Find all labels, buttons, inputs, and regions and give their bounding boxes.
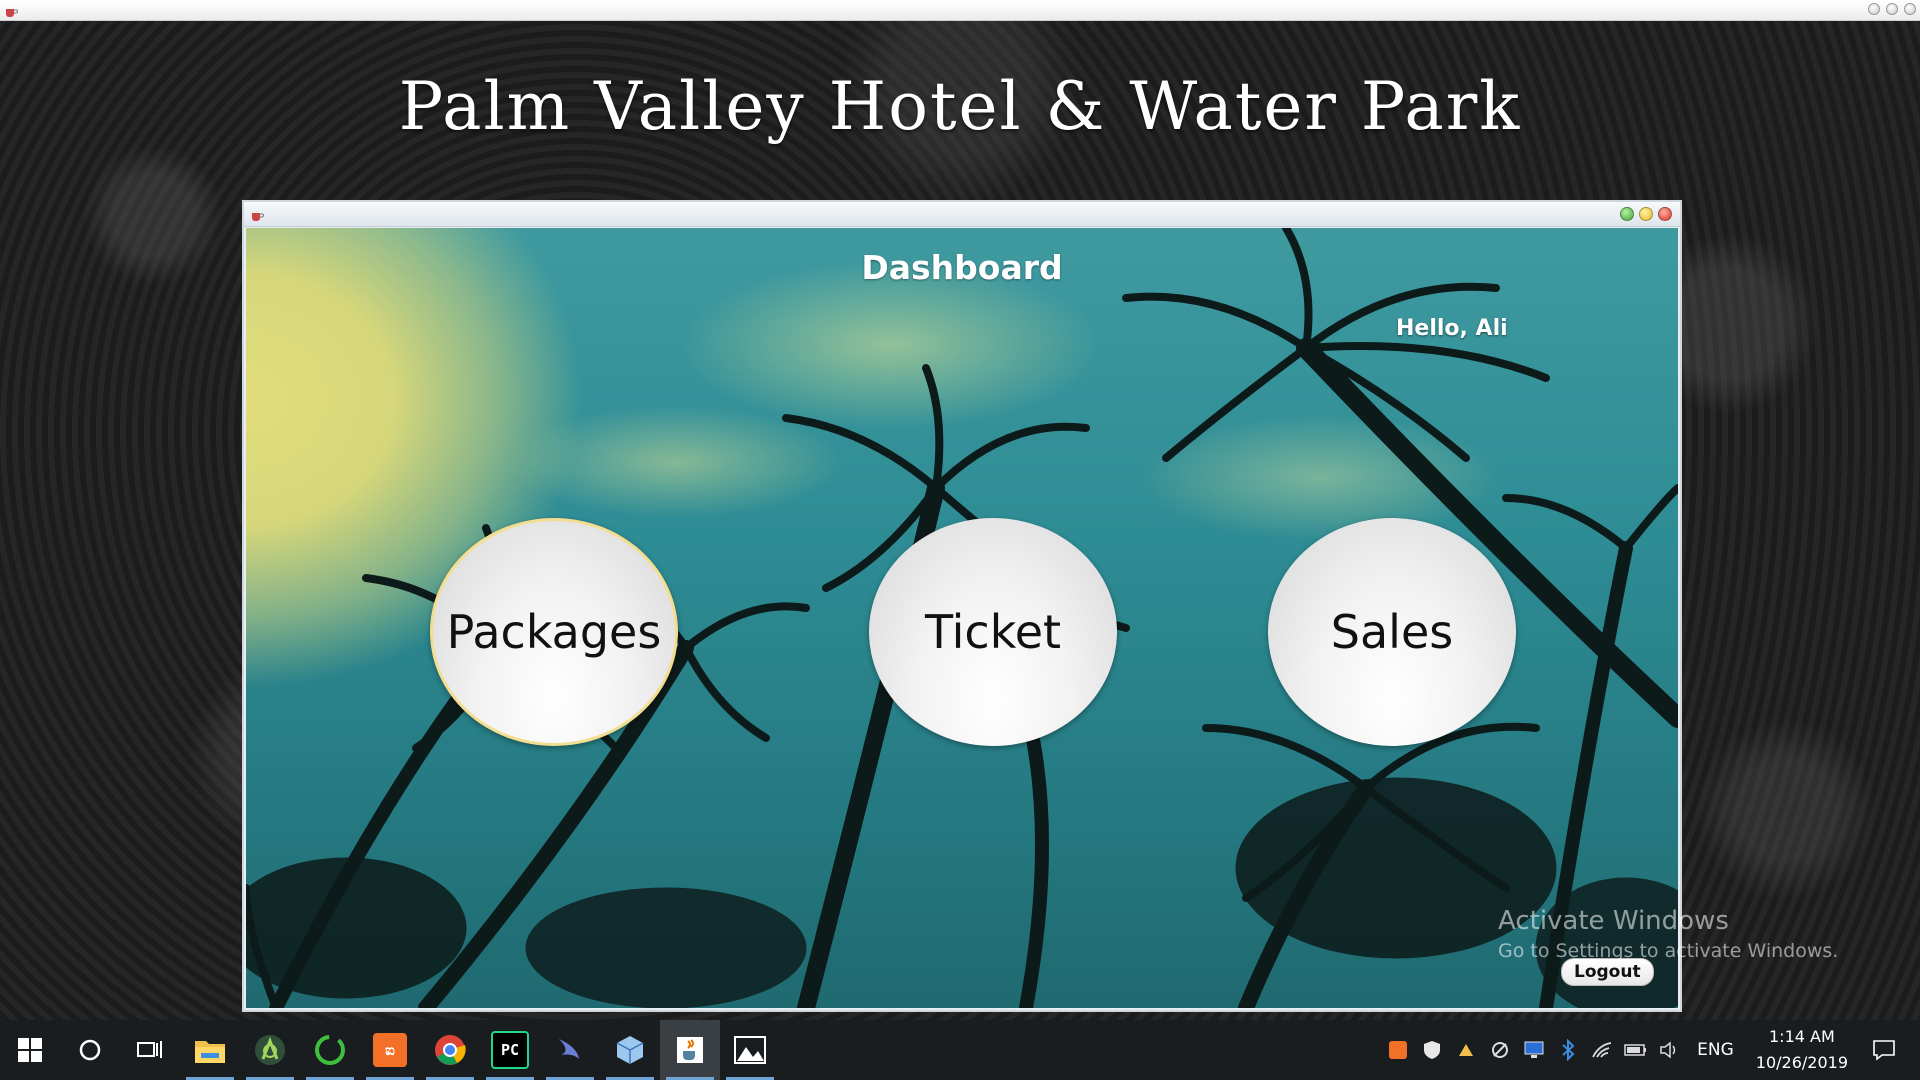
- java-cup-icon: [4, 3, 18, 17]
- taskbar: ಐ PC ENG 1:14 AM 10/26/2019: [0, 1020, 1920, 1080]
- close-button[interactable]: [1658, 207, 1672, 221]
- taskbar-app-ring[interactable]: [300, 1020, 360, 1080]
- start-button[interactable]: [0, 1020, 60, 1080]
- taskbar-app-file-explorer[interactable]: [180, 1020, 240, 1080]
- language-indicator[interactable]: ENG: [1687, 1040, 1744, 1060]
- taskbar-app-android-studio[interactable]: [240, 1020, 300, 1080]
- taskbar-app-virtualbox[interactable]: [600, 1020, 660, 1080]
- user-greeting: Hello, Ali: [1396, 316, 1508, 341]
- dashboard-window-titlebar: [244, 202, 1680, 227]
- wifi-icon[interactable]: [1585, 1020, 1619, 1080]
- ticket-button[interactable]: Ticket: [869, 518, 1117, 746]
- dashboard-title: Dashboard: [861, 248, 1063, 287]
- search-button[interactable]: [60, 1020, 120, 1080]
- taskbar-app-swift[interactable]: [540, 1020, 600, 1080]
- system-tray: ENG 1:14 AM 10/26/2019: [1381, 1020, 1920, 1080]
- taskbar-app-pycharm[interactable]: PC: [480, 1020, 540, 1080]
- monitor-icon[interactable]: [1517, 1020, 1551, 1080]
- outer-maximize-button[interactable]: [1886, 3, 1898, 15]
- packages-button[interactable]: Packages: [430, 518, 678, 746]
- taskbar-app-chrome[interactable]: [420, 1020, 480, 1080]
- cortana-circle-icon: [79, 1039, 101, 1061]
- shield-icon[interactable]: [1415, 1020, 1449, 1080]
- palm-tree-background: Dashboard Hello, Ali Packages Ticket Sal…: [246, 228, 1678, 1008]
- outer-close-button[interactable]: [1904, 3, 1916, 15]
- file-explorer-icon: [195, 1041, 225, 1063]
- clock-time: 1:14 AM: [1769, 1027, 1835, 1046]
- action-center-button[interactable]: [1860, 1020, 1908, 1080]
- xampp-tray-icon[interactable]: [1381, 1020, 1415, 1080]
- chrome-icon: [435, 1035, 466, 1065]
- volume-icon[interactable]: [1653, 1020, 1687, 1080]
- watermark-subtitle: Go to Settings to activate Windows.: [1498, 940, 1839, 962]
- windows-logo-icon: [18, 1038, 42, 1062]
- activation-watermark: Activate Windows Go to Settings to activ…: [1498, 906, 1838, 962]
- java-cup-icon: [250, 207, 264, 221]
- photos-icon: [734, 1036, 766, 1064]
- cloud-sync-icon[interactable]: [1449, 1020, 1483, 1080]
- app-ring-icon: [315, 1035, 345, 1065]
- app-title: Palm Valley Hotel & Water Park: [398, 68, 1522, 145]
- task-view-icon: [137, 1041, 162, 1058]
- watermark-title: Activate Windows: [1498, 906, 1729, 936]
- taskbar-app-xampp[interactable]: ಐ: [360, 1020, 420, 1080]
- notification-icon: [1873, 1040, 1895, 1061]
- swift-icon: [559, 1039, 579, 1059]
- dashboard-window: Dashboard Hello, Ali Packages Ticket Sal…: [242, 200, 1682, 1012]
- virtualbox-icon: [616, 1036, 644, 1064]
- minimize-button[interactable]: [1639, 207, 1653, 221]
- java-icon: [677, 1037, 703, 1063]
- clock[interactable]: 1:14 AM 10/26/2019: [1744, 1024, 1860, 1076]
- satellite-icon[interactable]: [1483, 1020, 1517, 1080]
- sales-button[interactable]: Sales: [1268, 518, 1516, 746]
- bluetooth-icon[interactable]: [1551, 1020, 1585, 1080]
- outer-minimize-button[interactable]: [1868, 3, 1880, 15]
- pycharm-icon: PC: [491, 1031, 529, 1069]
- xampp-icon: ಐ: [373, 1033, 407, 1067]
- taskbar-app-java[interactable]: [660, 1020, 720, 1080]
- maximize-button[interactable]: [1620, 207, 1634, 221]
- android-studio-icon: [255, 1035, 285, 1065]
- taskbar-app-photos[interactable]: [720, 1020, 780, 1080]
- task-view-button[interactable]: [120, 1020, 180, 1080]
- outer-window-titlebar: [0, 0, 1920, 21]
- clock-date: 10/26/2019: [1755, 1053, 1848, 1072]
- logout-button[interactable]: Logout: [1561, 958, 1654, 986]
- battery-icon[interactable]: [1619, 1020, 1653, 1080]
